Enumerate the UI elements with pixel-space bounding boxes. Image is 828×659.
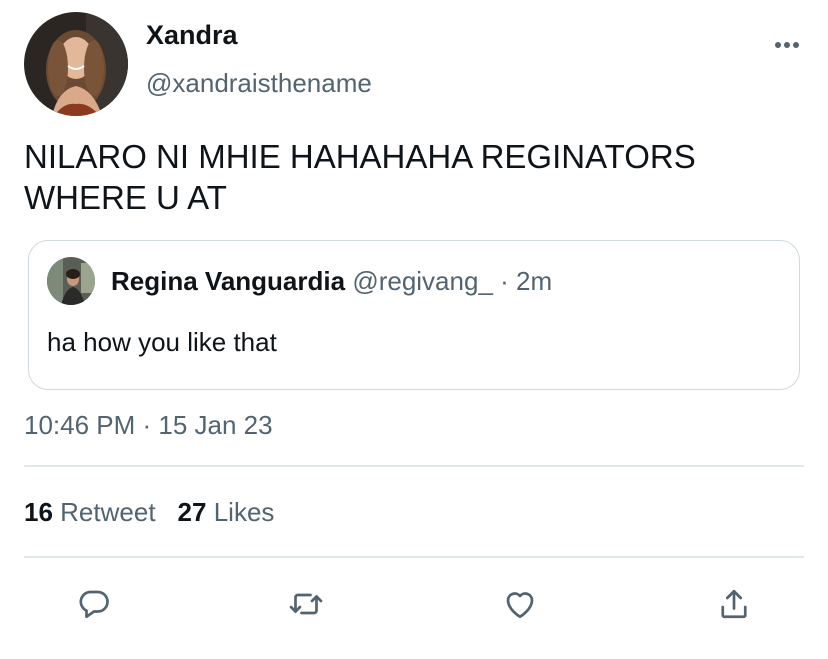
share-button[interactable]: [714, 584, 754, 624]
quoted-time: 2m: [516, 266, 553, 296]
author-handle[interactable]: @xandraisthename: [146, 68, 372, 99]
author-display-name[interactable]: Xandra: [146, 20, 238, 51]
quoted-separator: ·: [500, 266, 509, 296]
retweet-count: 16: [24, 497, 53, 527]
quoted-tweet-card[interactable]: Regina Vanguardia @regivang_ · 2m ha how…: [28, 240, 800, 390]
author-avatar[interactable]: [24, 12, 128, 116]
tweet-stats: 16 Retweet 27 Likes: [24, 497, 274, 528]
reply-button[interactable]: [74, 584, 114, 624]
quoted-author-name: Regina Vanguardia: [111, 266, 346, 296]
retweet-stat[interactable]: 16 Retweet: [24, 497, 156, 527]
like-count: 27: [177, 497, 207, 527]
quoted-tweet-text: ha how you like that: [47, 327, 277, 357]
heart-icon: [506, 592, 534, 619]
tweet-timestamp[interactable]: 10:46 PM · 15 Jan 23: [24, 410, 273, 441]
divider-bottom: [24, 556, 804, 558]
quoted-avatar-image: [47, 257, 95, 305]
author-avatar-image: [24, 12, 128, 116]
retweet-button[interactable]: [286, 584, 326, 624]
more-options-button[interactable]: [770, 34, 804, 56]
retweet-label: Retweet: [60, 497, 156, 527]
like-label: Likes: [213, 497, 275, 527]
retweet-arrows-icon: [289, 593, 323, 615]
quoted-author-avatar: [47, 257, 95, 305]
tweet-text: NILARO NI MHIE HAHAHAHA REGINATORS WHERE…: [24, 138, 696, 216]
divider-top: [24, 465, 804, 467]
share-upload-icon: [721, 589, 747, 619]
reply-bubble-icon: [79, 590, 109, 619]
quoted-author-handle: @regivang_: [352, 266, 493, 296]
quoted-tweet-header: Regina Vanguardia @regivang_ · 2m: [111, 266, 552, 297]
more-dots-icon: [775, 42, 799, 48]
like-stat[interactable]: 27 Likes: [178, 497, 275, 527]
like-button[interactable]: [500, 584, 540, 624]
